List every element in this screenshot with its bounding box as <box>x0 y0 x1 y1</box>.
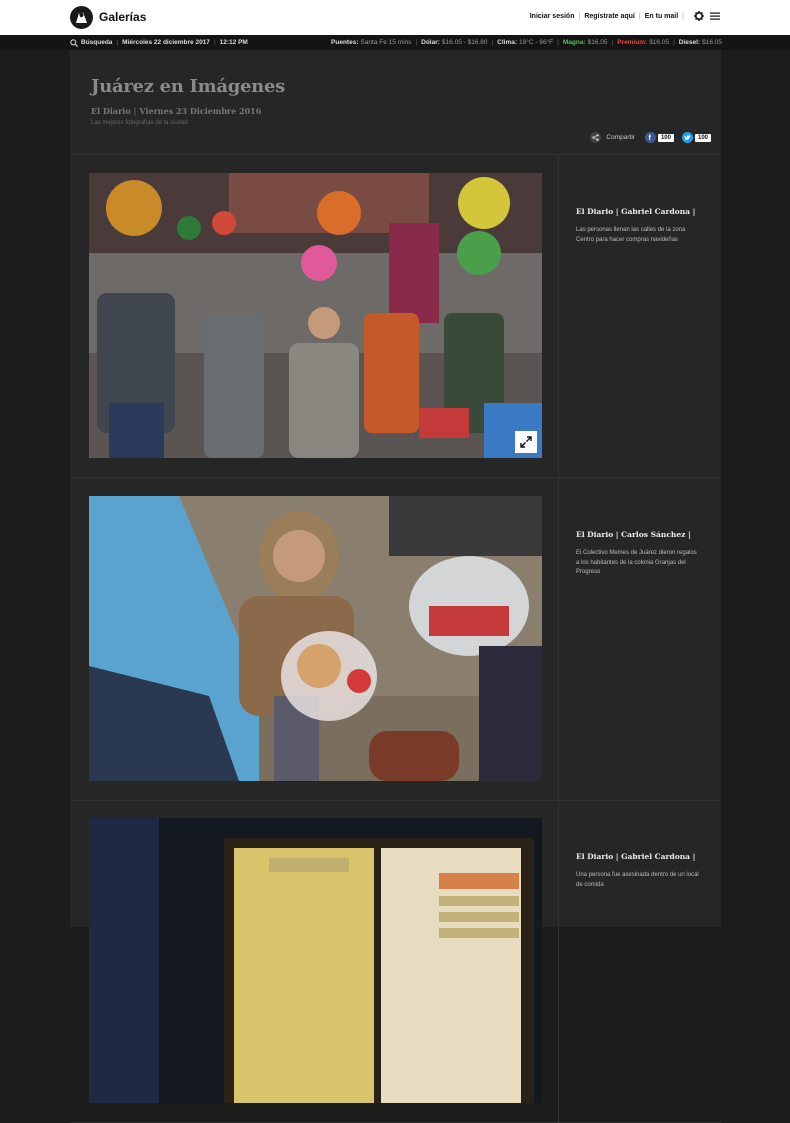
login-link[interactable]: Iniciar sesión <box>530 13 575 20</box>
separator: | <box>682 12 684 20</box>
divider <box>558 155 559 477</box>
ticker-value-dollar: $16.05 - $16.80 <box>441 39 488 46</box>
page-date: Viernes 23 Diciembre 2016 <box>139 106 262 116</box>
share-label[interactable]: Compartir <box>606 134 635 141</box>
svg-text:f: f <box>649 135 652 141</box>
search-link[interactable]: Búsqueda <box>81 39 112 46</box>
register-link[interactable]: Regístrate aquí <box>584 13 635 20</box>
ticker-label-bridges: Puentes: <box>331 39 359 46</box>
photo-caption: Las personas llenan las calles de la zon… <box>576 227 686 243</box>
ticker-value-weather: 18°C - 66°F <box>519 39 554 46</box>
separator: | <box>116 39 119 46</box>
photo-caption: El Colectivo Memes de Juárez dieron rega… <box>576 550 697 575</box>
newsletter-link[interactable]: En tu mail <box>645 13 678 20</box>
divider <box>558 478 559 800</box>
share-icon[interactable] <box>590 132 602 143</box>
ticker-value-diesel: $16.05 <box>702 39 722 46</box>
divider <box>558 800 559 1122</box>
ticker-time: 12:12 PM <box>219 39 248 46</box>
search-icon[interactable] <box>70 38 78 47</box>
site-title[interactable]: Galerías <box>99 10 146 24</box>
gallery-photo[interactable] <box>89 496 542 781</box>
site-header: Galerías Iniciar sesión | Regístrate aqu… <box>0 0 790 35</box>
separator: | <box>133 107 137 116</box>
separator: | <box>415 39 418 46</box>
separator: | <box>673 39 675 46</box>
separator: | <box>557 39 559 46</box>
photo-caption: Una persona fue asesinada dentro de un l… <box>576 872 699 888</box>
separator: | <box>611 39 614 46</box>
gear-icon[interactable] <box>694 11 704 21</box>
gallery-item: El Diario | Carlos Sánchez | El Colectiv… <box>70 478 721 801</box>
separator: | <box>213 39 216 46</box>
separator: | <box>578 12 581 20</box>
top-links: Iniciar sesión | Regístrate aquí | En tu… <box>530 11 720 21</box>
ticker-value-bridges: Santa Fe 15 mins <box>360 39 412 46</box>
ticker-date: Miércoles 22 diciembre 2017 <box>122 39 210 46</box>
photo-credit: El Diario | Carlos Sánchez | <box>576 530 691 539</box>
twitter-count: 100 <box>694 133 711 142</box>
photo-credit: El Diario | Gabriel Cardona | <box>576 207 696 216</box>
separator: | <box>491 39 494 46</box>
gallery-photo[interactable] <box>89 173 542 458</box>
ticker-label-magna: Magna: <box>562 39 586 46</box>
ticker-value-magna: $16.05 <box>587 39 608 46</box>
facebook-count: 100 <box>657 133 674 142</box>
ticker-values: Puentes: Santa Fe 15 mins | Dólar: $16.0… <box>331 35 722 50</box>
gallery-panel: Juárez en Imágenes El Diario | Viernes 23 … <box>70 50 721 1123</box>
ticker-value-premium: $16.05 <box>649 39 670 46</box>
page-meta: El Diario | Viernes 23 Diciembre 2016 <box>91 106 261 116</box>
twitter-icon[interactable] <box>681 132 693 143</box>
gallery-photo[interactable] <box>89 818 542 1103</box>
expand-icon[interactable] <box>515 431 537 453</box>
page-subtitle: Las mejores fotografías de la ciudad <box>91 120 188 126</box>
page-source: El Diario <box>91 106 131 116</box>
gallery-item: El Diario | Gabriel Cardona | Una person… <box>70 800 721 1123</box>
ticker-label-premium: Premium: <box>617 39 648 46</box>
logo-icon[interactable] <box>70 6 93 29</box>
menu-icon[interactable] <box>710 11 720 21</box>
gallery-item: El Diario | Gabriel Cardona | Las person… <box>70 155 721 478</box>
gallery-header: Juárez en Imágenes El Diario | Viernes 23 … <box>70 50 721 155</box>
info-ticker: Búsqueda | Miércoles 22 diciembre 2017 |… <box>0 35 790 50</box>
facebook-icon[interactable]: f <box>644 132 656 143</box>
ticker-label-weather: Clima: <box>497 39 518 46</box>
share-bar: Compartir f 100 100 <box>590 132 711 143</box>
separator: | <box>638 12 641 20</box>
ticker-label-dollar: Dólar: <box>421 39 440 46</box>
ticker-label-diesel: Diesel: <box>678 39 701 46</box>
photo-credit: El Diario | Gabriel Cardona | <box>576 852 696 861</box>
page-title: Juárez en Imágenes <box>91 76 285 97</box>
